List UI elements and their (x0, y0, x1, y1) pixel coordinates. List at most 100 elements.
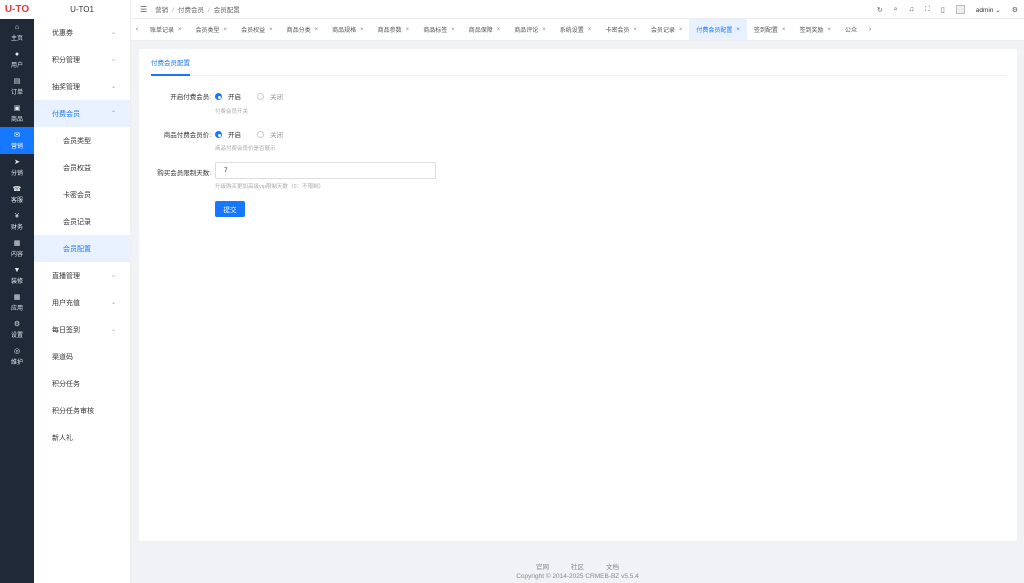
fullscreen-icon[interactable]: ⛶ (925, 6, 930, 14)
rail-item-home[interactable]: ⌂ 主页 (0, 19, 34, 46)
chevron-up-icon: ⌃ (110, 111, 116, 117)
tab-bill-record[interactable]: 账单记录 × (143, 19, 189, 40)
submenu-item-member-rights[interactable]: 会员权益 (34, 154, 130, 181)
close-icon[interactable]: × (178, 27, 182, 33)
tab-product-spec[interactable]: 商品规格 × (325, 19, 371, 40)
purchase-limit-days-input[interactable]: 7 (215, 162, 436, 179)
rail-item-user[interactable]: ● 用户 (0, 46, 34, 73)
user-menu[interactable]: admin ⌄ (976, 6, 1001, 14)
close-icon[interactable]: × (315, 27, 319, 33)
submenu-item-member-type[interactable]: 会员类型 (34, 127, 130, 154)
radio-enable-paid-member-on[interactable]: 开启 (215, 91, 241, 101)
maintenance-icon: ◎ (13, 347, 21, 355)
submenu-item-member-record[interactable]: 会员记录 (34, 208, 130, 235)
radio-checked-icon (215, 130, 222, 138)
submenu-item-coupon[interactable]: 优惠券 ⌄ (34, 19, 130, 46)
rail-item-finance[interactable]: ¥ 财务 (0, 208, 34, 235)
tab-member-type[interactable]: 会员类型 × (189, 19, 235, 40)
footer-link-official[interactable]: 官网 (536, 561, 549, 571)
field-hint: 付费会员开关 (215, 109, 249, 115)
tab-product-tag[interactable]: 商品标签 × (416, 19, 462, 40)
order-icon: ▤ (13, 77, 21, 85)
tab-member-record[interactable]: 会员记录 × (644, 19, 690, 40)
chevron-down-icon: ⌄ (110, 84, 116, 90)
field-hint: 商品付费会员价是否展示 (215, 146, 276, 152)
rail-item-apps[interactable]: ▦ 应用 (0, 289, 34, 316)
gear-icon: ⚙ (13, 320, 21, 328)
close-icon[interactable]: × (679, 27, 683, 33)
radio-unchecked-icon (257, 92, 264, 100)
rail-item-maintenance[interactable]: ◎ 维护 (0, 343, 34, 370)
submenu-item-lottery[interactable]: 抽奖管理 ⌄ (34, 73, 130, 100)
copyright: Copyright © 2014-2025 CRMEB-BZ v5.5.4 (516, 573, 639, 580)
lock-icon[interactable]: ▯ (941, 6, 945, 14)
close-icon[interactable]: × (736, 27, 740, 33)
tabs-scroll-left-icon[interactable]: ‹ (131, 26, 143, 33)
close-icon[interactable]: × (542, 27, 546, 33)
submit-button[interactable]: 提交 (215, 201, 245, 217)
rail-item-settings[interactable]: ⚙ 设置 (0, 316, 34, 343)
close-icon[interactable]: × (360, 27, 364, 33)
search-icon[interactable]: ⌕ (894, 6, 898, 14)
tab-signin-config[interactable]: 签到配置 × (747, 19, 793, 40)
card-tab-bar: 付费会员配置 (151, 49, 1006, 76)
radio-member-price-on[interactable]: 开启 (215, 129, 241, 139)
bell-icon[interactable]: ♫ (909, 6, 914, 13)
marketing-icon: ✉ (14, 131, 20, 139)
footer-link-docs[interactable]: 文档 (606, 561, 619, 571)
field-hint: 升级购买更加高级vip限制天数（0：不限制） (215, 184, 325, 190)
rail-item-distribution[interactable]: ➤ 分销 (0, 154, 34, 181)
tab-product-category[interactable]: 商品分类 × (280, 19, 326, 40)
tab-product-guarantee[interactable]: 商品保障 × (462, 19, 508, 40)
breadcrumb-item[interactable]: 付费会员 (178, 7, 204, 14)
submenu-item-live[interactable]: 直播管理 ⌄ (34, 262, 130, 289)
tab-paid-member-config-form[interactable]: 付费会员配置 (151, 49, 190, 76)
rail-item-order[interactable]: ▤ 订单 (0, 73, 34, 100)
footer-link-community[interactable]: 社区 (571, 561, 584, 571)
tab-paid-member-config[interactable]: 付费会员配置 × (689, 19, 747, 40)
submenu-item-channel-code[interactable]: 渠道码 (34, 343, 130, 370)
tabs-scroll-right-icon[interactable]: › (864, 26, 876, 33)
rail-item-service[interactable]: ☎ 客服 (0, 181, 34, 208)
rail-item-product[interactable]: ▣ 商品 (0, 100, 34, 127)
close-icon[interactable]: × (497, 27, 501, 33)
close-icon[interactable]: × (633, 27, 637, 33)
tab-member-rights[interactable]: 会员权益 × (234, 19, 280, 40)
submenu-item-newcomer-gift[interactable]: 新人礼 (34, 424, 130, 451)
submenu-item-recharge[interactable]: 用户充值 ⌄ (34, 289, 130, 316)
submenu-item-signin[interactable]: 每日签到 ⌄ (34, 316, 130, 343)
gear-icon[interactable]: ⚙ (1012, 6, 1018, 14)
close-icon[interactable]: × (588, 27, 592, 33)
tab-signin-reward[interactable]: 签到奖励 × (792, 19, 838, 40)
close-icon[interactable]: × (406, 27, 410, 33)
footer-links: 官网 社区 文档 (131, 561, 1024, 571)
menu-toggle-icon[interactable]: ☰ (140, 5, 147, 14)
tab-product-review[interactable]: 商品评论 × (507, 19, 553, 40)
radio-enable-paid-member-off[interactable]: 关闭 (257, 91, 283, 101)
tab-system-settings[interactable]: 系统设置 × (553, 19, 599, 40)
submenu-item-points-task[interactable]: 积分任务 (34, 370, 130, 397)
rail-item-decorate[interactable]: ▼ 装修 (0, 262, 34, 289)
close-icon[interactable]: × (451, 27, 455, 33)
tab-card-member[interactable]: 卡密会员 × (598, 19, 644, 40)
tab-product-param[interactable]: 商品参数 × (371, 19, 417, 40)
submenu-item-member-config[interactable]: 会员配置 (34, 235, 130, 262)
submenu-item-points-task-review[interactable]: 积分任务审核 (34, 397, 130, 424)
close-icon[interactable]: × (269, 27, 273, 33)
submenu-item-paid-member[interactable]: 付费会员 ⌃ (34, 100, 130, 127)
close-icon[interactable]: × (782, 27, 786, 33)
logo[interactable]: U-TO (0, 0, 34, 19)
sub-menu: U-TO1 优惠券 ⌄ 积分管理 ⌄ 抽奖管理 ⌄ 付费会员 ⌃ 会员类型 会员权益 卡… (34, 0, 131, 583)
avatar[interactable] (955, 5, 965, 14)
close-icon[interactable]: × (224, 27, 228, 33)
close-icon[interactable]: × (827, 27, 831, 33)
refresh-icon[interactable]: ↻ (877, 6, 883, 14)
rail-item-marketing[interactable]: ✉ 营销 (0, 127, 34, 154)
rail-item-content[interactable]: ▦ 内容 (0, 235, 34, 262)
breadcrumb-item[interactable]: 营销 (155, 7, 168, 14)
chevron-down-icon: ⌄ (110, 300, 116, 306)
submenu-item-card-member[interactable]: 卡密会员 (34, 181, 130, 208)
submenu-item-points[interactable]: 积分管理 ⌄ (34, 46, 130, 73)
tab-public[interactable]: 公众 (838, 19, 864, 40)
radio-member-price-off[interactable]: 关闭 (257, 129, 283, 139)
